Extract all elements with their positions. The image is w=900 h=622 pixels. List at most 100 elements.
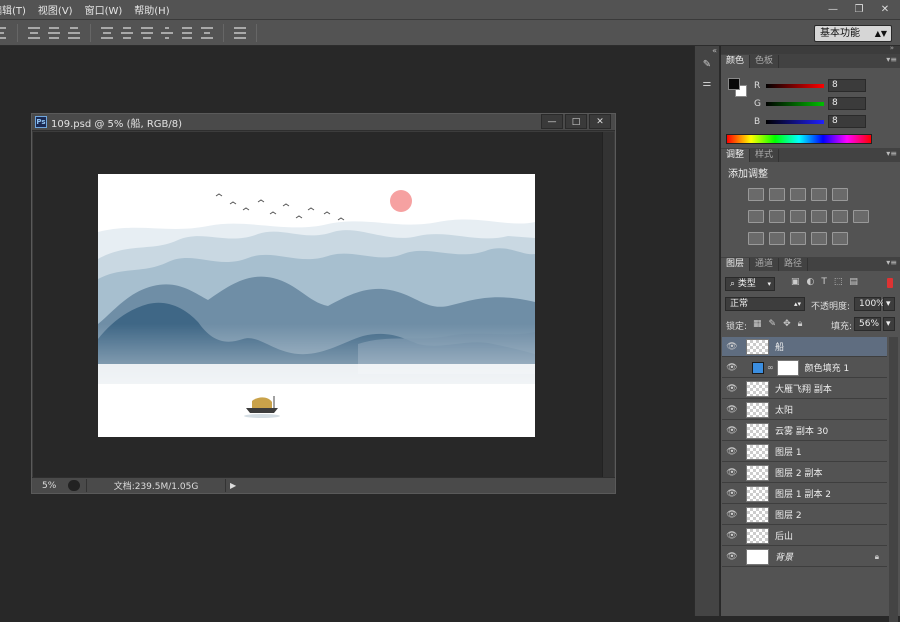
layer-row[interactable]: 👁︎ 云雾 副本 30 <box>722 421 887 441</box>
type-filter-icon[interactable]: T <box>821 277 827 287</box>
vertical-scrollbar[interactable] <box>602 132 614 478</box>
collapse-arrows-icon[interactable]: « <box>695 46 719 56</box>
visibility-eye-icon[interactable]: 👁︎ <box>722 342 742 352</box>
slider-b[interactable]: B 8 <box>754 115 866 128</box>
distribute-right-icon[interactable] <box>200 26 214 39</box>
adjust-sliders-icon[interactable]: ⚌ <box>697 78 717 94</box>
layer-row[interactable]: 👁︎ 图层 2 副本 <box>722 463 887 483</box>
layer-kind-filter[interactable]: ⌕ 类型 ▾ <box>725 277 775 291</box>
hue-saturation-icon[interactable] <box>748 210 764 223</box>
posterize-icon[interactable] <box>769 232 785 245</box>
filter-toggle-icon[interactable] <box>887 278 893 288</box>
distribute-left-icon[interactable] <box>160 26 174 39</box>
visibility-eye-icon[interactable]: 👁︎ <box>722 468 742 478</box>
menu-window[interactable]: 窗口(W) <box>79 2 129 17</box>
status-info-icon[interactable] <box>68 480 80 491</box>
tab-swatches[interactable]: 色板 <box>750 55 780 68</box>
lock-all-icon[interactable]: 🔒︎ <box>798 319 803 329</box>
tab-layers[interactable]: 图层 <box>721 258 751 271</box>
panel-menu-icon[interactable]: ▾≡ <box>886 55 897 64</box>
visibility-eye-icon[interactable]: 👁︎ <box>722 363 742 373</box>
document-titlebar[interactable]: Ps 109.psd @ 5% (船, RGB/8) — □ ✕ <box>32 114 615 131</box>
channel-mixer-icon[interactable] <box>832 210 848 223</box>
visibility-eye-icon[interactable]: 👁︎ <box>722 426 742 436</box>
document-size-info[interactable]: 文档:239.5M/1.05G <box>86 479 226 492</box>
color-lookup-icon[interactable] <box>853 210 869 223</box>
visibility-eye-icon[interactable]: 👁︎ <box>722 384 742 394</box>
pixel-filter-icon[interactable]: ▣ <box>791 277 800 287</box>
panel-menu-icon[interactable]: ▾≡ <box>886 149 897 158</box>
layer-row[interactable]: 👁︎ ∞ 颜色填充 1 <box>722 358 887 378</box>
distribute-vcenter-icon[interactable] <box>120 26 134 39</box>
restore-button[interactable]: ❐ <box>846 0 872 18</box>
align-vertical-center-icon[interactable] <box>47 26 61 39</box>
vibrance-icon[interactable] <box>832 188 848 201</box>
visibility-eye-icon[interactable]: 👁︎ <box>722 510 742 520</box>
lock-icon[interactable]: 🔒︎ <box>875 552 879 562</box>
selective-color-icon[interactable] <box>811 232 827 245</box>
smart-object-filter-icon[interactable]: ▤ <box>849 277 858 287</box>
menu-view[interactable]: 视图(V) <box>32 2 79 17</box>
photo-filter-icon[interactable] <box>811 210 827 223</box>
align-bottom-edge-icon[interactable] <box>67 26 81 39</box>
curves-icon[interactable] <box>790 188 806 201</box>
distribute-top-icon[interactable] <box>100 26 114 39</box>
foreground-color-swatch[interactable] <box>728 78 740 90</box>
visibility-eye-icon[interactable]: 👁︎ <box>722 447 742 457</box>
gradient-map-icon[interactable] <box>832 232 848 245</box>
distribute-hcenter-icon[interactable] <box>180 26 194 39</box>
shape-filter-icon[interactable]: ⬚ <box>834 277 843 287</box>
align-top-icon[interactable] <box>0 26 8 39</box>
doc-maximize-button[interactable]: □ <box>565 114 587 129</box>
panel-menu-icon[interactable]: ▾≡ <box>886 258 897 267</box>
visibility-eye-icon[interactable]: 👁︎ <box>722 531 742 541</box>
minimize-button[interactable]: — <box>820 0 846 18</box>
collapse-right-icon[interactable]: » <box>890 44 894 52</box>
layer-row[interactable]: 👁︎ 图层 1 <box>722 442 887 462</box>
black-white-icon[interactable] <box>790 210 806 223</box>
slider-g[interactable]: G 8 <box>754 97 866 110</box>
align-left-edge-icon[interactable] <box>27 26 41 39</box>
blend-mode-select[interactable]: 正常 ▴▾ <box>725 297 805 311</box>
menu-edit[interactable]: 编辑(T) <box>0 2 32 17</box>
auto-align-icon[interactable] <box>233 26 247 39</box>
green-slider-track[interactable] <box>766 101 824 106</box>
zoom-level[interactable]: 5% <box>32 481 68 491</box>
color-balance-icon[interactable] <box>769 210 785 223</box>
color-spectrum-ramp[interactable] <box>726 134 872 144</box>
dock-collapse-bar[interactable]: » <box>721 44 900 54</box>
red-slider-track[interactable] <box>766 83 824 88</box>
visibility-eye-icon[interactable]: 👁︎ <box>722 405 742 415</box>
invert-icon[interactable] <box>748 232 764 245</box>
adjustment-filter-icon[interactable]: ◐ <box>807 277 815 287</box>
fill-field[interactable]: 56% <box>854 317 881 331</box>
workspace-switcher[interactable]: 基本功能 ▲▼ <box>814 25 892 42</box>
tab-adjustments[interactable]: 调整 <box>721 149 751 162</box>
play-arrow-icon[interactable]: ▶ <box>230 481 236 490</box>
fill-dropdown[interactable]: ▾ <box>883 317 895 331</box>
distribute-bottom-icon[interactable] <box>140 26 154 39</box>
opacity-dropdown[interactable]: ▾ <box>883 297 895 311</box>
history-brush-icon[interactable]: ✎ <box>697 59 717 75</box>
lock-transparent-icon[interactable]: ▦ <box>753 319 762 329</box>
tab-color[interactable]: 颜色 <box>721 55 751 68</box>
doc-close-button[interactable]: ✕ <box>589 114 611 129</box>
green-value-field[interactable]: 8 <box>828 97 866 110</box>
layer-row[interactable]: 👁︎ 后山 <box>722 526 887 546</box>
blue-slider-track[interactable] <box>766 119 824 124</box>
opacity-field[interactable]: 100% <box>854 297 885 311</box>
slider-r[interactable]: R 8 <box>754 79 866 92</box>
levels-icon[interactable] <box>769 188 785 201</box>
blue-value-field[interactable]: 8 <box>828 115 866 128</box>
threshold-icon[interactable] <box>790 232 806 245</box>
exposure-icon[interactable] <box>811 188 827 201</box>
doc-minimize-button[interactable]: — <box>541 114 563 129</box>
close-button[interactable]: ✕ <box>872 0 898 18</box>
brightness-icon[interactable] <box>748 188 764 201</box>
layer-row[interactable]: 👁︎ 图层 1 副本 2 <box>722 484 887 504</box>
layer-row[interactable]: 👁︎ 大雁飞翔 副本 <box>722 379 887 399</box>
layer-row[interactable]: 👁︎ 图层 2 <box>722 505 887 525</box>
tab-channels[interactable]: 通道 <box>750 258 780 271</box>
lock-position-icon[interactable]: ✥ <box>783 319 791 329</box>
layer-row[interactable]: 👁︎ 太阳 <box>722 400 887 420</box>
